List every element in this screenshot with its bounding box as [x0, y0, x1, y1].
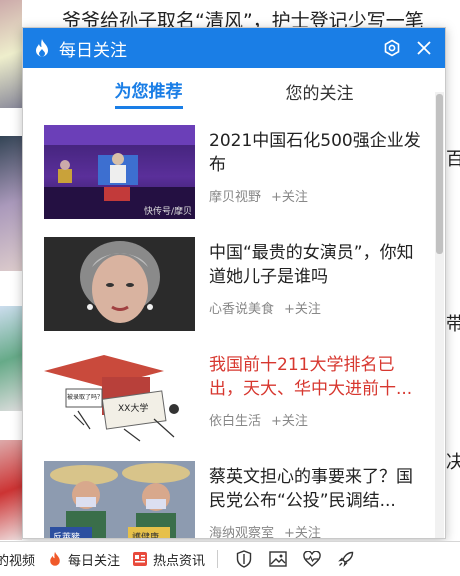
thumbnail-note: 被录取了吗？: [67, 394, 104, 401]
news-thumbnail: 快传号/摩贝: [44, 125, 195, 219]
hot-news-button[interactable]: 热点资讯: [132, 550, 205, 569]
follow-button[interactable]: +关注: [271, 414, 308, 429]
background-text-fragment: 决: [446, 452, 460, 473]
scrollbar-thumb[interactable]: [436, 94, 443, 254]
thumbnail-cap-label: XX大学: [118, 404, 149, 414]
news-icon: [132, 551, 148, 567]
news-item-body: 2021中国石化500强企业发布 摩贝视野 +关注: [209, 125, 424, 232]
screen: 爷爷给孙子取名“清风”，护士登记少写一笔 百 带 决 每日关注 为您推荐 您的关…: [0, 0, 460, 576]
popup-tabs: 为您推荐 您的关注: [23, 68, 445, 118]
popup-title: 每日关注: [59, 40, 127, 61]
news-item[interactable]: 中国“最贵的女演员”，你知道她儿子是谁吗 心香说美食 +关注: [23, 232, 433, 344]
heart-pulse-icon[interactable]: [300, 547, 324, 571]
news-title[interactable]: 蔡英文担心的事要来了？国民党公布“公投”民调结...: [209, 465, 424, 513]
daily-follow-popup: 每日关注 为您推荐 您的关注 快传号/摩贝 2021中国石化500强企业发布 摩…: [22, 27, 446, 539]
thumbnail-sign: 護健康: [132, 533, 160, 538]
news-source[interactable]: 摩贝视野: [209, 190, 261, 205]
scrollbar[interactable]: [435, 92, 444, 538]
news-thumbnail: 反萊豬 護健康: [44, 461, 195, 538]
follow-button[interactable]: +关注: [284, 526, 321, 538]
news-source[interactable]: 心香说美食: [209, 302, 274, 317]
news-meta: 心香说美食 +关注: [209, 298, 424, 317]
news-thumbnail: [44, 237, 195, 331]
bottom-toolbar: 的视频 每日关注 热点资讯: [0, 541, 460, 576]
news-item-body: 中国“最贵的女演员”，你知道她儿子是谁吗 心香说美食 +关注: [209, 237, 424, 344]
background-text-fragment: 带: [446, 314, 460, 335]
settings-icon[interactable]: [381, 37, 403, 59]
video-link[interactable]: 的视频: [0, 550, 35, 569]
flame-icon: [47, 551, 63, 567]
shield-icon[interactable]: [232, 547, 256, 571]
popup-header: 每日关注: [23, 28, 445, 68]
daily-follow-button[interactable]: 每日关注: [47, 550, 120, 569]
close-icon[interactable]: [413, 37, 435, 59]
toolbar-divider: [217, 550, 219, 568]
hot-news-label: 热点资讯: [153, 553, 206, 569]
news-feed: 快传号/摩贝 2021中国石化500强企业发布 摩贝视野 +关注 中国“最贵的女…: [23, 120, 433, 538]
news-item[interactable]: XX大学 被录取了吗？ 我国前十211大学排名已出，天大、华中大进前十... 依…: [23, 344, 433, 456]
tab-following[interactable]: 您的关注: [286, 79, 354, 108]
news-meta: 摩贝视野 +关注: [209, 186, 424, 205]
news-thumbnail: XX大学 被录取了吗？: [44, 349, 195, 443]
news-title[interactable]: 中国“最贵的女演员”，你知道她儿子是谁吗: [209, 241, 424, 289]
background-thumbnail: [0, 0, 22, 108]
follow-button[interactable]: +关注: [284, 302, 321, 317]
news-meta: 海纳观察室 +关注: [209, 522, 424, 538]
thumbnail-watermark: 快传号/摩贝: [143, 207, 192, 217]
news-meta: 依白生活 +关注: [209, 410, 424, 429]
daily-follow-label: 每日关注: [68, 553, 121, 569]
tab-recommended[interactable]: 为您推荐: [114, 77, 183, 109]
news-item[interactable]: 快传号/摩贝 2021中国石化500强企业发布 摩贝视野 +关注: [23, 120, 433, 232]
news-source[interactable]: 海纳观察室: [209, 526, 274, 538]
background-thumbnail: [0, 136, 22, 271]
news-item[interactable]: 反萊豬 護健康 蔡英文担心的事要来了？国民党公布“公投”民调结... 海纳观察室…: [23, 456, 433, 538]
background-thumbnail: [0, 306, 22, 411]
news-item-body: 蔡英文担心的事要来了？国民党公布“公投”民调结... 海纳观察室 +关注: [209, 461, 424, 538]
image-icon[interactable]: [266, 547, 290, 571]
news-title[interactable]: 我国前十211大学排名已出，天大、华中大进前十...: [209, 353, 424, 401]
follow-button[interactable]: +关注: [271, 190, 308, 205]
background-text-fragment: 百: [446, 149, 460, 170]
news-title[interactable]: 2021中国石化500强企业发布: [209, 129, 424, 177]
flame-icon: [33, 38, 51, 58]
background-thumbnail: [0, 440, 22, 540]
rocket-icon[interactable]: [334, 547, 358, 571]
news-item-body: 我国前十211大学排名已出，天大、华中大进前十... 依白生活 +关注: [209, 349, 424, 456]
thumbnail-sign: 反萊豬: [53, 533, 81, 538]
news-source[interactable]: 依白生活: [209, 414, 261, 429]
